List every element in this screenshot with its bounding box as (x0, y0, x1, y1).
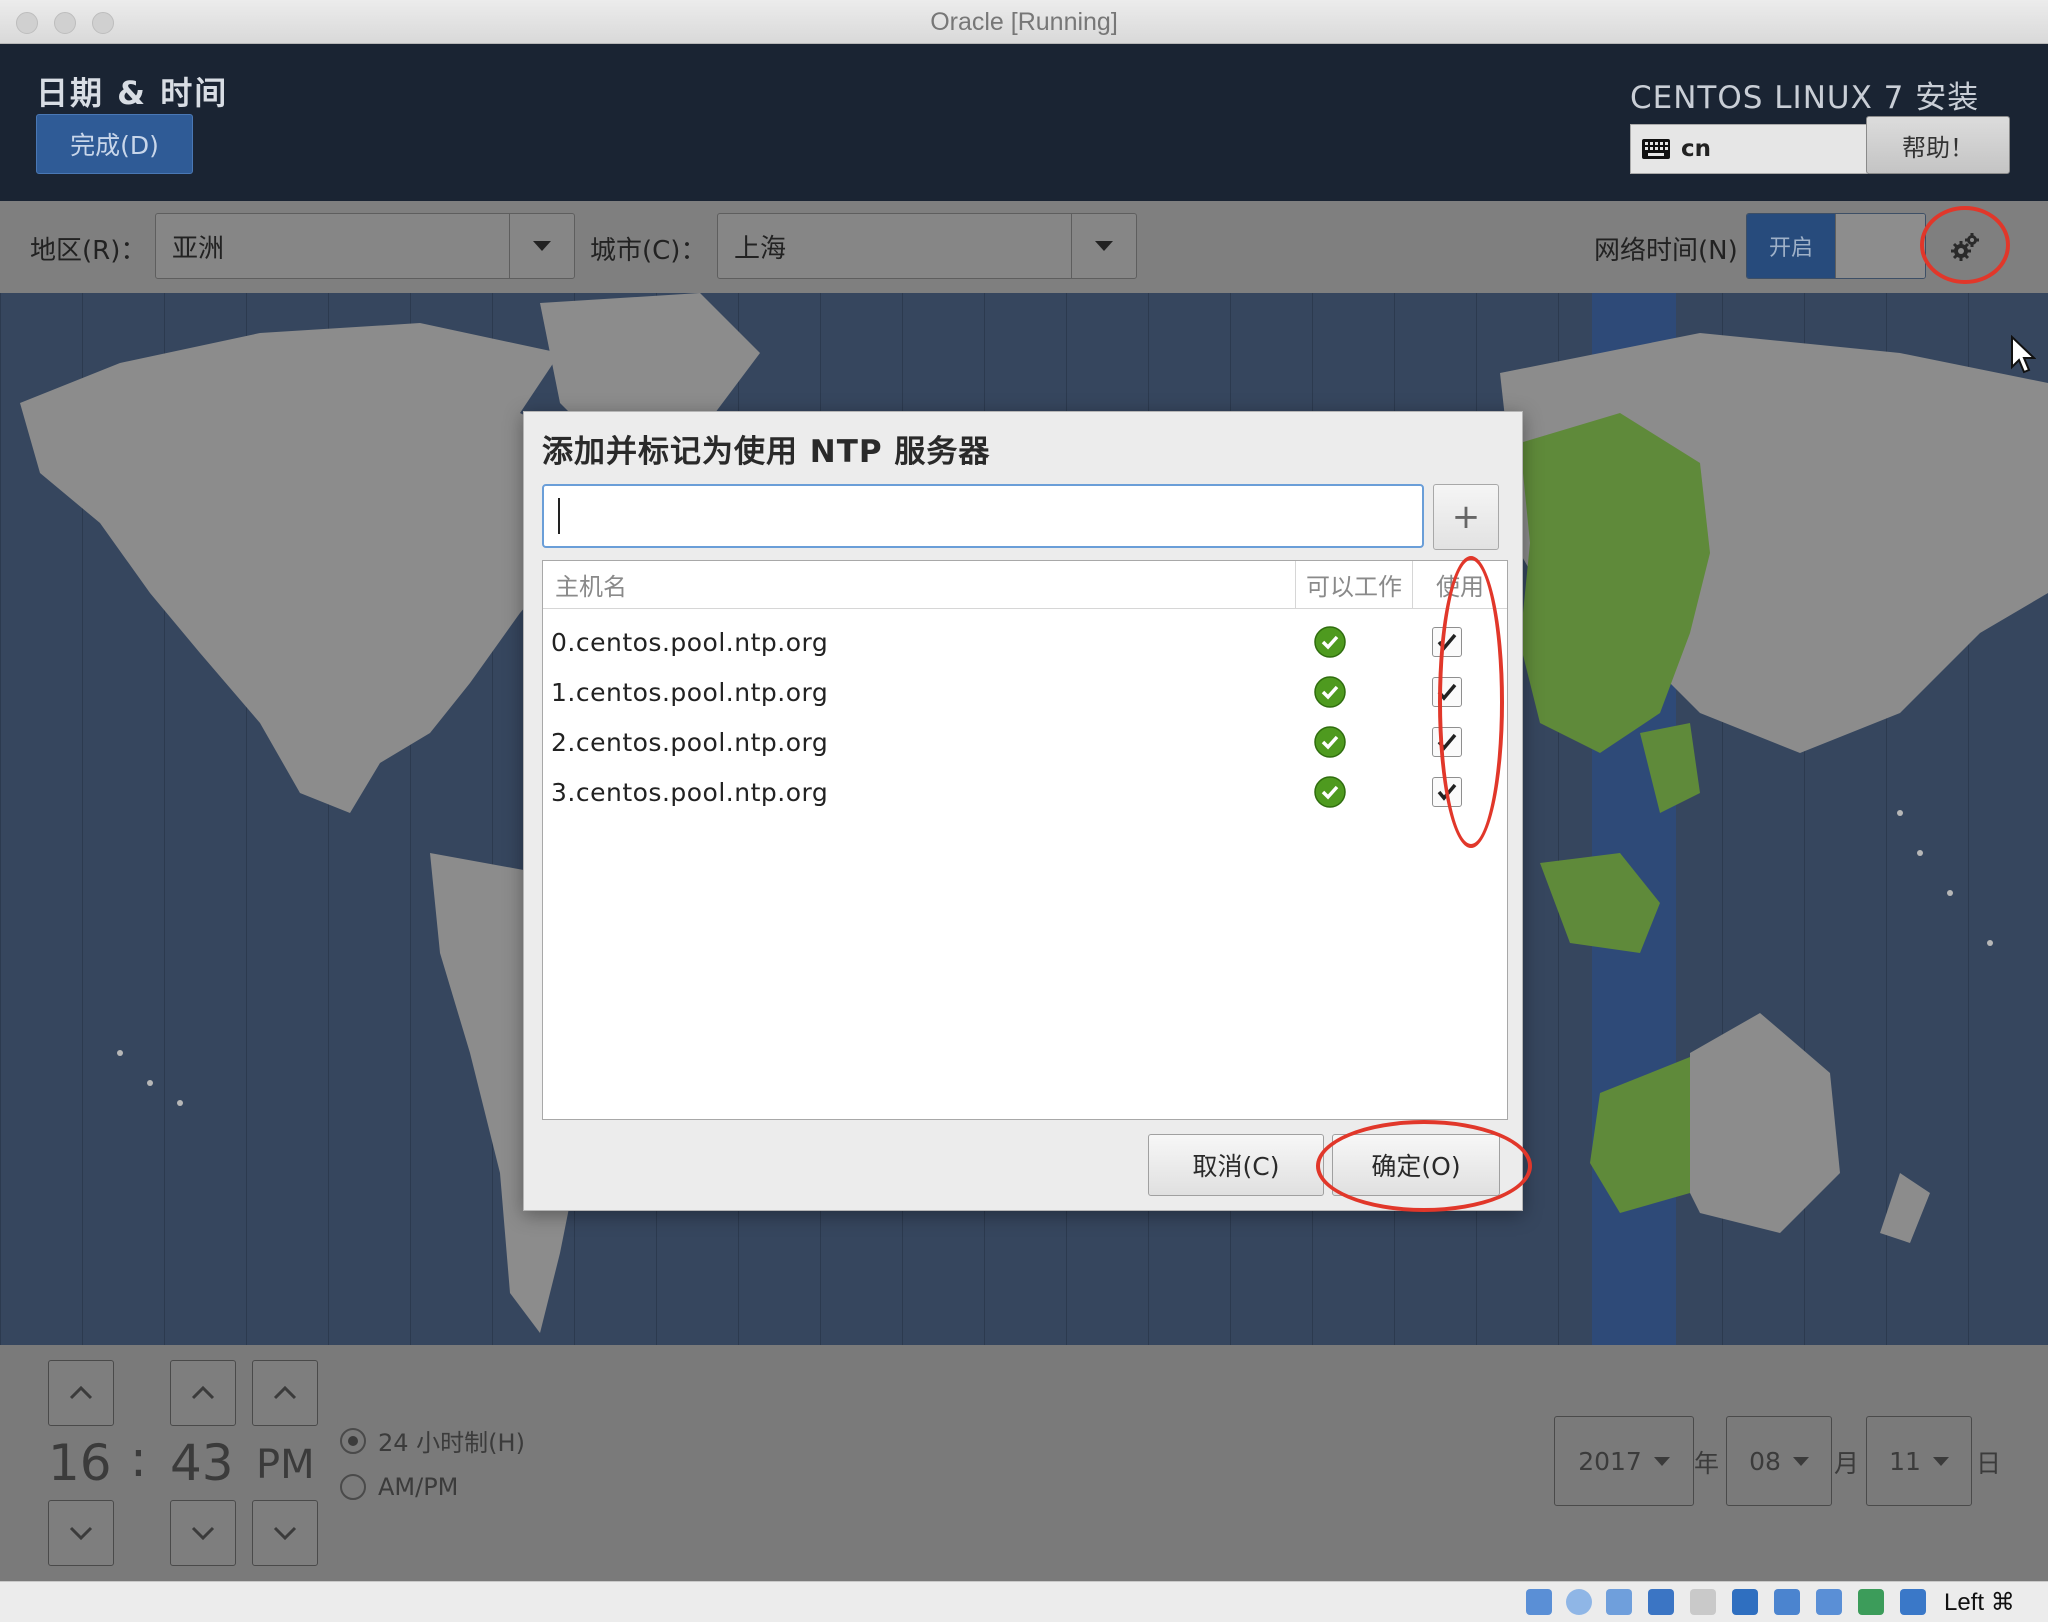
host-key-label: Left ⌘ (1944, 1589, 2015, 1616)
check-circle-icon (1314, 626, 1347, 658)
check-circle-icon (1314, 676, 1347, 708)
hostname-column-header[interactable]: 主机名 (543, 561, 1296, 608)
chevron-down-icon (509, 214, 574, 278)
hour-down-button[interactable] (48, 1500, 114, 1566)
month-combo[interactable]: 08 (1726, 1416, 1832, 1506)
month-value: 08 (1749, 1446, 1781, 1476)
city-combo[interactable]: 上海 (717, 213, 1137, 279)
video-capture-icon[interactable] (1816, 1589, 1842, 1615)
format-24h-radio[interactable] (340, 1427, 366, 1454)
server-row[interactable]: 2.centos.pool.ntp.org (543, 717, 1507, 767)
chevron-up-icon (69, 1386, 93, 1400)
minute-value: 43 (170, 1434, 234, 1492)
mouse-pointer-icon (2011, 335, 2036, 374)
hour-up-button[interactable] (48, 1360, 114, 1426)
window-title: Oracle [Running] (930, 8, 1118, 36)
chevron-down-icon (191, 1526, 215, 1540)
year-combo[interactable]: 2017 (1554, 1416, 1694, 1506)
ampm-down-button[interactable] (252, 1500, 318, 1566)
hour-value: 16 (48, 1434, 112, 1492)
vm-status-bar: Left ⌘ (0, 1581, 2048, 1622)
region-label: 地区(R)： (30, 236, 147, 266)
cpu-icon[interactable] (1858, 1589, 1884, 1615)
audio-icon[interactable] (1606, 1589, 1632, 1615)
day-value: 11 (1889, 1446, 1921, 1476)
network-time-switch[interactable]: 开启 (1746, 213, 1926, 279)
cancel-button[interactable]: 取消(C) (1148, 1134, 1324, 1196)
month-unit: 月 (1834, 1449, 1860, 1478)
done-button[interactable]: 完成(D) (36, 114, 193, 174)
ntp-server-list[interactable]: 主机名 可以工作 使用 0.centos.pool.ntp.org 1.cent… (542, 560, 1508, 1120)
check-circle-icon (1314, 726, 1347, 758)
format-24h-option[interactable]: 24 小时制(H) (340, 1423, 525, 1458)
server-hostname: 1.centos.pool.ntp.org (551, 677, 829, 707)
list-header: 主机名 可以工作 使用 (543, 561, 1507, 609)
annotation-ellipse-use-column (1438, 556, 1504, 848)
keyboard-icon (1642, 139, 1670, 159)
server-row[interactable]: 0.centos.pool.ntp.org (543, 617, 1507, 667)
format-ampm-option[interactable]: AM/PM (340, 1473, 458, 1501)
ampm-value: PM (256, 1442, 315, 1488)
region-value: 亚洲 (172, 233, 225, 264)
switch-knob (1835, 214, 1925, 278)
network-time-label: 网络时间(N) (1594, 236, 1738, 266)
plus-icon: + (1451, 497, 1481, 537)
chevron-down-icon (1653, 1456, 1670, 1466)
spoke-header (0, 44, 2048, 201)
time-separator: : (130, 1430, 147, 1488)
ampm-up-button[interactable] (252, 1360, 318, 1426)
server-row[interactable]: 3.centos.pool.ntp.org (543, 767, 1507, 817)
chevron-down-icon (1932, 1456, 1949, 1466)
server-hostname: 3.centos.pool.ntp.org (551, 777, 829, 807)
keyboard-layout-indicator[interactable]: cn (1630, 124, 1868, 174)
city-value: 上海 (734, 233, 787, 264)
region-combo[interactable]: 亚洲 (155, 213, 575, 279)
server-row[interactable]: 1.centos.pool.ntp.org (543, 667, 1507, 717)
help-button[interactable]: 帮助！ (1866, 116, 2010, 174)
format-ampm-label: AM/PM (378, 1473, 459, 1501)
network-icon[interactable] (1648, 1589, 1674, 1615)
day-combo[interactable]: 11 (1866, 1416, 1972, 1506)
ntp-server-dialog: 添加并标记为使用 NTP 服务器 + 主机名 可以工作 使用 0.centos.… (523, 411, 1523, 1211)
add-server-button[interactable]: + (1433, 484, 1499, 550)
day-unit: 日 (1976, 1449, 2002, 1478)
minute-down-button[interactable] (170, 1500, 236, 1566)
chevron-down-icon (1071, 214, 1136, 278)
spoke-title: 日期 & 时间 (36, 74, 229, 112)
working-column-header[interactable]: 可以工作 (1296, 561, 1413, 608)
chevron-down-icon (69, 1526, 93, 1540)
chevron-up-icon (191, 1386, 215, 1400)
chevron-down-icon (273, 1526, 297, 1540)
network-time-on-label: 开启 (1747, 214, 1835, 278)
chevron-down-icon (1792, 1456, 1809, 1466)
usb-icon[interactable] (1690, 1589, 1716, 1615)
text-caret (558, 498, 560, 534)
product-title: CENTOS LINUX 7 安装 (1630, 80, 1980, 116)
display-icon[interactable] (1774, 1589, 1800, 1615)
optical-drive-icon[interactable] (1566, 1589, 1592, 1615)
server-hostname: 0.centos.pool.ntp.org (551, 627, 829, 657)
city-label: 城市(C)： (590, 236, 707, 266)
shared-folders-icon[interactable] (1732, 1589, 1758, 1615)
annotation-ellipse-ok-button (1316, 1120, 1532, 1212)
harddisk-icon[interactable] (1526, 1589, 1552, 1615)
year-unit: 年 (1694, 1449, 1720, 1478)
minute-up-button[interactable] (170, 1360, 236, 1426)
window-titlebar: Oracle [Running] (0, 0, 2048, 44)
keyboard-layout-label: cn (1681, 136, 1712, 162)
dialog-title: 添加并标记为使用 NTP 服务器 (542, 434, 991, 470)
year-value: 2017 (1578, 1446, 1642, 1476)
chevron-up-icon (273, 1386, 297, 1400)
check-circle-icon (1314, 776, 1347, 808)
annotation-circle-gear (1920, 206, 2010, 284)
server-hostname: 2.centos.pool.ntp.org (551, 727, 829, 757)
format-ampm-radio[interactable] (340, 1474, 366, 1500)
format-24h-label: 24 小时制(H) (378, 1429, 525, 1457)
ntp-server-input[interactable] (542, 484, 1424, 548)
mouse-integration-icon[interactable] (1900, 1589, 1926, 1615)
